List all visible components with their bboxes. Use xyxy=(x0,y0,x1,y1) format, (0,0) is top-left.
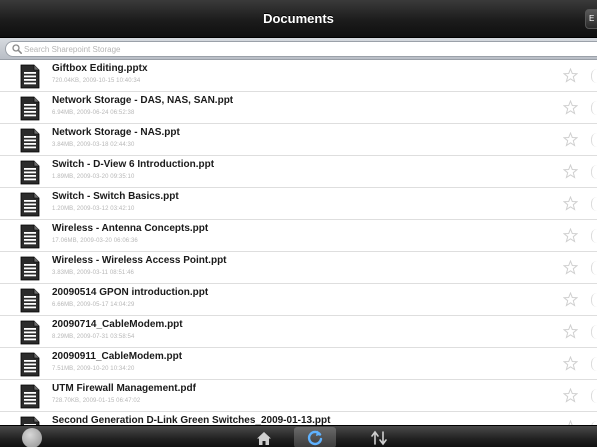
document-icon xyxy=(20,192,40,217)
disclosure-icon[interactable] xyxy=(591,389,597,403)
search-bar xyxy=(0,38,597,60)
document-name: Network Storage - DAS, NAS, SAN.ppt xyxy=(52,95,234,106)
document-icon xyxy=(20,352,40,377)
document-meta: 720.04KB, 2009-10-15 10:40:34 xyxy=(52,78,141,84)
disclosure-icon[interactable] xyxy=(591,293,597,307)
disclosure-icon[interactable] xyxy=(591,325,597,339)
document-name: Wireless - Wireless Access Point.ppt xyxy=(52,255,227,266)
document-row[interactable]: Network Storage - DAS, NAS, SAN.ppt 6.94… xyxy=(0,92,597,124)
star-outline-icon[interactable] xyxy=(563,100,578,115)
disclosure-icon[interactable] xyxy=(591,197,597,211)
document-name: UTM Firewall Management.pdf xyxy=(52,383,196,394)
search-icon xyxy=(12,44,22,54)
document-meta: 728.70KB, 2009-01-15 06:47:02 xyxy=(52,398,141,404)
star-outline-icon[interactable] xyxy=(563,356,578,371)
document-name: Network Storage - NAS.ppt xyxy=(52,127,180,138)
disclosure-icon[interactable] xyxy=(591,165,597,179)
document-meta: 3.83MB, 2009-03-11 08:51:46 xyxy=(52,270,134,276)
star-outline-icon[interactable] xyxy=(563,260,578,275)
disclosure-icon[interactable] xyxy=(591,101,597,115)
document-row[interactable]: 20090514 GPON introduction.ppt 6.66MB, 2… xyxy=(0,284,597,316)
document-name: Switch - D-View 6 Introduction.ppt xyxy=(52,159,215,170)
document-meta: 17.06MB, 2009-03-20 06:06:36 xyxy=(52,238,138,244)
document-meta: 1.20MB, 2009-03-12 03:42:10 xyxy=(52,206,135,212)
search-field[interactable] xyxy=(5,41,597,57)
document-meta: 3.84MB, 2009-03-18 02:44:30 xyxy=(52,142,135,148)
star-outline-icon[interactable] xyxy=(563,164,578,179)
document-icon xyxy=(20,384,40,409)
disclosure-icon[interactable] xyxy=(591,261,597,275)
document-icon xyxy=(20,256,40,281)
star-outline-icon[interactable] xyxy=(563,132,578,147)
document-meta: 8.29MB, 2009-07-31 03:58:54 xyxy=(52,334,135,340)
document-row[interactable]: Network Storage - NAS.ppt 3.84MB, 2009-0… xyxy=(0,124,597,156)
star-outline-icon[interactable] xyxy=(563,228,578,243)
document-icon xyxy=(20,320,40,345)
edit-button[interactable]: E xyxy=(585,9,597,29)
document-meta: 6.94MB, 2009-06-24 06:52:38 xyxy=(52,110,135,116)
star-outline-icon[interactable] xyxy=(563,196,578,211)
document-row[interactable]: Wireless - Antenna Concepts.ppt 17.06MB,… xyxy=(0,220,597,252)
document-list: Giftbox Editing.pptx 720.04KB, 2009-10-1… xyxy=(0,60,597,444)
star-outline-icon[interactable] xyxy=(563,388,578,403)
document-icon xyxy=(20,224,40,249)
document-name: 20090714_CableModem.ppt xyxy=(52,319,183,330)
page-title: Documents xyxy=(263,11,334,26)
document-icon xyxy=(20,160,40,185)
document-meta: 7.51MB, 2009-10-20 10:34:20 xyxy=(52,366,135,372)
document-name: 20090911_CableModem.ppt xyxy=(52,351,183,362)
document-name: Giftbox Editing.pptx xyxy=(52,63,148,74)
home-icon[interactable] xyxy=(256,430,272,446)
search-input[interactable] xyxy=(24,42,424,56)
star-outline-icon[interactable] xyxy=(563,292,578,307)
account-button[interactable] xyxy=(22,428,42,447)
document-row[interactable]: Giftbox Editing.pptx 720.04KB, 2009-10-1… xyxy=(0,60,597,92)
star-outline-icon[interactable] xyxy=(563,68,578,83)
document-row[interactable]: UTM Firewall Management.pdf 728.70KB, 20… xyxy=(0,380,597,412)
sort-arrows-icon[interactable] xyxy=(370,430,388,446)
document-meta: 1.89MB, 2009-03-20 09:35:10 xyxy=(52,174,135,180)
document-icon xyxy=(20,96,40,121)
disclosure-icon[interactable] xyxy=(591,229,597,243)
document-name: 20090514 GPON introduction.ppt xyxy=(52,287,209,298)
document-icon xyxy=(20,288,40,313)
document-meta: 6.66MB, 2009-05-17 14:04:29 xyxy=(52,302,135,308)
disclosure-icon[interactable] xyxy=(591,69,597,83)
disclosure-icon[interactable] xyxy=(591,357,597,371)
title-bar: Documents E xyxy=(0,0,597,38)
document-name: Switch - Switch Basics.ppt xyxy=(52,191,179,202)
disclosure-icon[interactable] xyxy=(591,133,597,147)
document-row[interactable]: 20090911_CableModem.ppt 7.51MB, 2009-10-… xyxy=(0,348,597,380)
document-row[interactable]: Wireless - Wireless Access Point.ppt 3.8… xyxy=(0,252,597,284)
document-row[interactable]: 20090714_CableModem.ppt 8.29MB, 2009-07-… xyxy=(0,316,597,348)
document-row[interactable]: Switch - D-View 6 Introduction.ppt 1.89M… xyxy=(0,156,597,188)
document-icon xyxy=(20,128,40,153)
star-outline-icon[interactable] xyxy=(563,324,578,339)
document-row[interactable]: Switch - Switch Basics.ppt 1.20MB, 2009-… xyxy=(0,188,597,220)
document-icon xyxy=(20,64,40,89)
refresh-icon xyxy=(307,430,323,446)
bottom-toolbar xyxy=(0,425,597,447)
refresh-button[interactable] xyxy=(294,427,336,447)
document-name: Wireless - Antenna Concepts.ppt xyxy=(52,223,209,234)
